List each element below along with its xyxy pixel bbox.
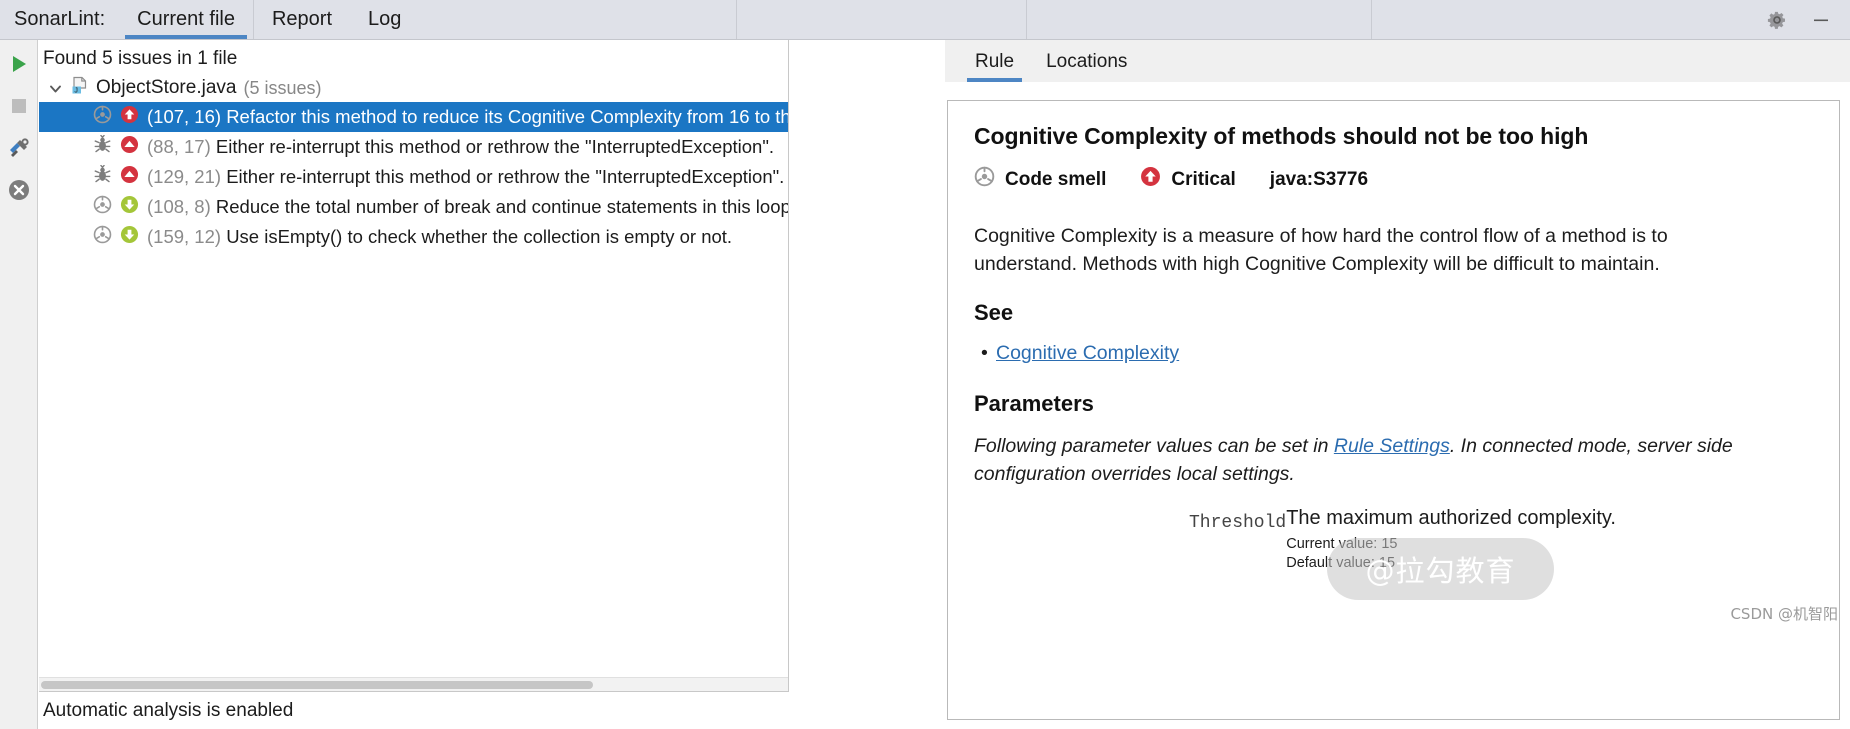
- scrollbar-thumb[interactable]: [41, 681, 593, 689]
- tab-rule[interactable]: Rule: [959, 51, 1030, 82]
- clear-button[interactable]: [5, 176, 33, 204]
- cognitive-complexity-link[interactable]: Cognitive Complexity: [996, 342, 1179, 364]
- issue-location: (107, 16): [147, 106, 222, 127]
- chevron-down-icon[interactable]: [47, 80, 63, 96]
- rule-description-panel: Cognitive Complexity of methods should n…: [947, 100, 1840, 720]
- issue-row[interactable]: (159, 12) Use isEmpty() to check whether…: [39, 222, 788, 252]
- tab-current-file-label: Current file: [137, 8, 235, 30]
- code-smell-icon: [93, 195, 112, 219]
- severity-minor-icon: [120, 195, 139, 219]
- tab-report-label: Report: [271, 8, 333, 30]
- issue-message: (107, 16) Refactor this method to reduce…: [147, 106, 788, 128]
- parameters-intro: Following parameter values can be set in…: [974, 433, 1813, 488]
- issue-message: (129, 21) Either re-interrupt this metho…: [147, 166, 784, 188]
- issue-location: (108, 8): [147, 196, 211, 217]
- severity-critical-icon: [120, 105, 139, 129]
- close-circle-icon: [8, 180, 29, 200]
- app-label: SonarLint:: [14, 8, 106, 30]
- parameters-intro-part-one: Following parameter values can be set in: [974, 435, 1334, 458]
- gear-icon[interactable]: [1766, 9, 1788, 31]
- code-smell-icon: [974, 166, 995, 193]
- parameter-current-value: Current value: 15: [1286, 535, 1398, 552]
- tools-icon: [9, 138, 29, 157]
- rule-severity-label: Critical: [1171, 168, 1236, 190]
- tab-log-label: Log: [368, 8, 402, 30]
- rule-settings-link[interactable]: Rule Settings: [1334, 435, 1450, 457]
- tree-file-node[interactable]: J ObjectStore.java (5 issues): [39, 74, 788, 102]
- tree-file-name: ObjectStore.java: [96, 77, 237, 98]
- tab-rule-label: Rule: [975, 51, 1015, 72]
- stop-icon: [11, 99, 26, 113]
- minimize-icon[interactable]: [1810, 9, 1832, 31]
- parameter-description: The maximum authorized complexity.: [1286, 506, 1616, 529]
- issue-row[interactable]: (107, 16) Refactor this method to reduce…: [39, 102, 788, 132]
- topbar-actions: [1766, 0, 1850, 39]
- parameters-heading: Parameters: [974, 391, 1094, 417]
- see-heading: See: [974, 300, 1014, 326]
- issues-tree-panel: Found 5 issues in 1 file J ObjectStore.j…: [39, 40, 789, 692]
- code-smell-icon: [93, 225, 112, 249]
- issue-location: (159, 12): [147, 226, 222, 247]
- issue-text: Refactor this method to reduce its Cogni…: [226, 106, 788, 127]
- issues-summary: Found 5 issues in 1 file: [43, 48, 238, 69]
- top-tab-bar: SonarLint: Current file Report Log: [0, 0, 1850, 40]
- parameter-body: The maximum authorized complexity. Curre…: [1286, 507, 1616, 574]
- tab-log[interactable]: Log: [350, 0, 419, 39]
- issue-text: Either re-interrupt this method or rethr…: [226, 166, 785, 187]
- issue-text: Either re-interrupt this method or rethr…: [215, 136, 775, 157]
- issue-text: Reduce the total number of break and con…: [215, 196, 788, 217]
- tab-current-file[interactable]: Current file: [119, 0, 253, 39]
- see-links-list: Cognitive Complexity: [974, 342, 1813, 365]
- bug-icon: [93, 164, 112, 189]
- issue-row[interactable]: (108, 8) Reduce the total number of brea…: [39, 192, 788, 222]
- issue-message: (159, 12) Use isEmpty() to check whether…: [147, 226, 732, 248]
- sonarlint-tool-window: SonarLint: Current file Report Log Found…: [0, 0, 1850, 729]
- rule-description-text: Cognitive Complexity is a measure of how…: [974, 225, 1668, 275]
- topbar-spacer-three: [1027, 0, 1373, 39]
- topbar-spacer-two: [737, 0, 1028, 39]
- topbar-spacer-one: [419, 0, 738, 39]
- issue-row[interactable]: (129, 21) Either re-interrupt this metho…: [39, 162, 788, 192]
- configure-button[interactable]: [5, 134, 33, 162]
- status-text: Automatic analysis is enabled: [43, 700, 294, 721]
- run-analysis-button[interactable]: [5, 50, 33, 78]
- issue-location: (88, 17): [147, 136, 211, 157]
- rule-title: Cognitive Complexity of methods should n…: [974, 123, 1589, 149]
- parameter-name: Threshold: [1189, 512, 1287, 533]
- tab-report[interactable]: Report: [254, 0, 350, 39]
- bug-icon: [93, 134, 112, 159]
- issue-row[interactable]: (88, 17) Either re-interrupt this method…: [39, 132, 788, 162]
- play-icon: [12, 56, 26, 72]
- issue-message: (108, 8) Reduce the total number of brea…: [147, 196, 788, 218]
- issue-message: (88, 17) Either re-interrupt this method…: [147, 136, 774, 158]
- severity-minor-icon: [120, 225, 139, 249]
- list-item: Cognitive Complexity: [981, 342, 1813, 365]
- rule-panel-tab-bar: Rule Locations: [945, 40, 1850, 82]
- svg-text:J: J: [74, 88, 78, 95]
- tree-horizontal-scrollbar[interactable]: [39, 677, 788, 691]
- parameter-default-value: Default value: 15: [1286, 554, 1396, 571]
- severity-major-icon: [120, 135, 139, 159]
- severity-major-icon: [120, 165, 139, 189]
- java-file-icon: J: [70, 76, 89, 100]
- rule-key: java:S3776: [1269, 168, 1369, 190]
- issue-location: (129, 21): [147, 166, 222, 187]
- tab-locations[interactable]: Locations: [1030, 51, 1143, 82]
- rule-meta-row: Code smell Critical java:S3776: [974, 166, 1813, 193]
- stop-analysis-button[interactable]: [5, 92, 33, 120]
- issue-text: Use isEmpty() to check whether the colle…: [226, 226, 733, 247]
- code-smell-icon: [93, 105, 112, 129]
- tree-file-issue-count: (5 issues): [243, 77, 322, 98]
- tab-locations-label: Locations: [1046, 51, 1128, 72]
- parameter-table: Threshold The maximum authorized complex…: [974, 507, 1813, 574]
- left-action-gutter: [0, 40, 38, 729]
- tabs-segment: Report Log: [254, 0, 419, 39]
- rule-type-label: Code smell: [1005, 168, 1107, 190]
- app-label-segment: SonarLint: Current file: [0, 0, 254, 39]
- severity-critical-icon: [1140, 166, 1161, 193]
